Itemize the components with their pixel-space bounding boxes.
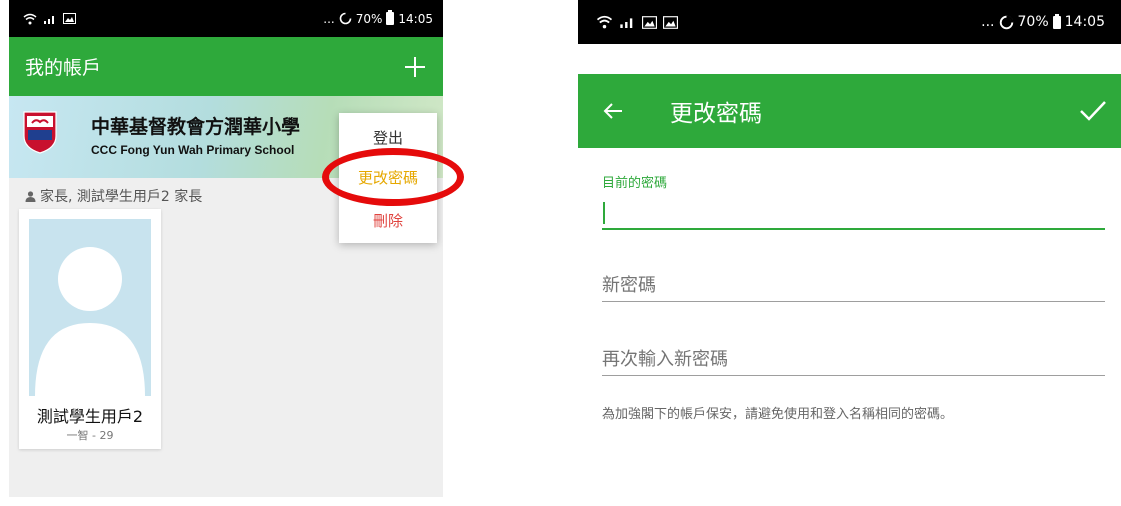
wifi-icon: [23, 13, 37, 24]
page-title: 更改密碼: [670, 101, 762, 127]
student-name: 測試學生用戶2: [36, 407, 144, 426]
status-gap: [578, 44, 1121, 74]
current-password-underline: [602, 228, 1105, 230]
status-bar: ... 70% 14:05: [9, 0, 443, 37]
checkmark-icon[interactable]: [1079, 99, 1107, 123]
default-avatar-icon: [35, 247, 145, 396]
school-name-en: CCC Fong Yun Wah Primary School: [91, 143, 295, 157]
new-password-input[interactable]: [602, 272, 1105, 298]
new-password-field[interactable]: [602, 270, 1105, 302]
battery-icon: [386, 10, 395, 25]
plus-icon[interactable]: [403, 55, 427, 79]
status-bar: ... 70% 14:05: [578, 0, 1121, 44]
clock: 14:05: [1064, 14, 1105, 30]
school-crest-logo: [23, 111, 57, 154]
avatar: [29, 219, 151, 396]
battery-percent: 70%: [1017, 14, 1049, 30]
page-title: 我的帳戶: [25, 57, 102, 79]
parent-account-line: 家長, 測試學生用戶2 家長: [25, 186, 202, 206]
menu-item-logout[interactable]: 登出: [339, 127, 437, 148]
student-class: 一智 - 29: [66, 429, 114, 442]
image-notification-icon: [663, 15, 678, 29]
status-dots: ...: [981, 14, 995, 30]
change-password-screen: ... 70% 14:05 更改密碼 目前的密碼 為加強閣下的帳戶保安，請避免使…: [578, 0, 1121, 506]
signal-icon: [620, 18, 633, 28]
accounts-screen: ... 70% 14:05 我的帳戶 中華基督教會方潤華小學 CCC Fong …: [9, 0, 443, 497]
app-bar: 更改密碼: [578, 74, 1121, 148]
data-saver-icon: [339, 12, 352, 25]
wifi-icon: [596, 15, 613, 29]
parent-label: 家長, 測試學生用戶2 家長: [40, 189, 203, 205]
status-dots: ...: [323, 11, 335, 26]
clock: 14:05: [398, 11, 433, 26]
image-notification-icon: [642, 15, 657, 29]
current-password-field[interactable]: 目前的密碼: [602, 172, 1105, 232]
menu-item-change-password[interactable]: 更改密碼: [339, 167, 437, 188]
signal-icon: [44, 15, 54, 24]
data-saver-icon: [999, 15, 1013, 29]
image-notification-icon: [63, 13, 76, 24]
text-cursor: [603, 202, 605, 224]
security-hint: 為加強閣下的帳戶保安，請避免使用和登入名稱相同的密碼。: [602, 407, 954, 422]
person-icon: [25, 190, 36, 202]
current-password-label: 目前的密碼: [602, 176, 668, 191]
school-name-zh: 中華基督教會方潤華小學: [91, 116, 301, 138]
battery-percent: 70%: [355, 11, 383, 26]
overflow-menu: 登出 更改密碼 刪除: [339, 113, 437, 243]
confirm-password-field[interactable]: [602, 342, 1105, 376]
app-bar: 我的帳戶: [9, 37, 443, 96]
confirm-password-input[interactable]: [602, 346, 1105, 372]
current-password-input[interactable]: [602, 200, 1105, 226]
student-card[interactable]: 測試學生用戶2 一智 - 29: [19, 209, 161, 449]
arrow-left-icon[interactable]: [602, 100, 624, 122]
confirm-password-underline: [602, 375, 1105, 376]
battery-icon: [1052, 13, 1061, 29]
new-password-underline: [602, 301, 1105, 302]
menu-item-delete[interactable]: 刪除: [339, 210, 437, 231]
